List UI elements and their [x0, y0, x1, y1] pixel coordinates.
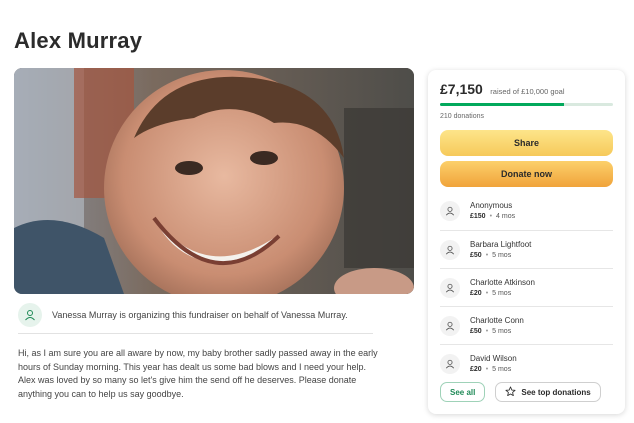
progress-bar: [440, 103, 613, 106]
raised-amount: £7,150: [440, 81, 483, 97]
donor-avatar-icon: [440, 277, 460, 298]
donor-time: 5 mos: [492, 251, 512, 259]
donor-amount: £50: [470, 251, 482, 259]
donor-time: 5 mos: [492, 365, 512, 373]
donor-item: Charlotte Atkinson £20 • 5 mos: [440, 268, 613, 306]
donor-name: Barbara Lightfoot: [470, 239, 532, 249]
donor-amount: £150: [470, 213, 486, 220]
donor-avatar-icon: [440, 201, 460, 221]
donor-name: Charlotte Conn: [470, 315, 524, 325]
donation-count: 210 donations: [440, 113, 484, 120]
organizer-text: Vanessa Murray is organizing this fundra…: [52, 310, 348, 320]
story-text: Hi, as I am sure you are all aware by no…: [18, 348, 378, 399]
see-top-donations-button[interactable]: See top donations: [495, 382, 601, 402]
donor-avatar-icon: [440, 315, 460, 336]
share-button[interactable]: Share: [440, 130, 613, 156]
page-title: Alex Murray: [14, 28, 143, 53]
donor-amount: £20: [470, 365, 482, 373]
donor-name: David Wilson: [470, 353, 517, 363]
donor-avatar-icon: [440, 353, 460, 374]
person-icon: [18, 303, 42, 327]
progress-bar-fill: [440, 103, 564, 106]
raised-goal-label: raised of £10,000 goal: [490, 87, 565, 96]
donor-name: Charlotte Atkinson: [470, 277, 535, 287]
donor-name: Anonymous: [470, 201, 513, 210]
see-top-donations-label: See top donations: [521, 387, 591, 397]
star-icon: [505, 386, 516, 399]
donor-item: Barbara Lightfoot £50 • 5 mos: [440, 230, 613, 268]
donor-amount: £20: [470, 289, 482, 297]
fundraiser-photo: [14, 68, 414, 294]
see-all-button[interactable]: See all: [440, 382, 486, 402]
donor-list: Anonymous £150 • 4 mos Barbara Lightfoot £…: [440, 192, 613, 382]
donor-item: David Wilson £20 • 5 mos: [440, 344, 613, 382]
divider: [18, 333, 373, 334]
donor-amount: £50: [470, 327, 482, 335]
raised-summary: £7,150 raised of £10,000 goal: [440, 81, 565, 99]
organizer-info: Vanessa Murray is organizing this fundra…: [18, 303, 373, 327]
donor-item: Charlotte Conn £50 • 5 mos: [440, 306, 613, 344]
donor-actions: See all See top donations: [440, 382, 601, 402]
donor-time: 4 mos: [496, 213, 516, 220]
donor-time: 5 mos: [492, 289, 512, 297]
donate-now-button[interactable]: Donate now: [440, 161, 613, 187]
donor-avatar-icon: [440, 239, 460, 260]
donor-time: 5 mos: [492, 327, 512, 335]
donor-item: Anonymous £150 • 4 mos: [440, 192, 613, 230]
donation-card: £7,150 raised of £10,000 goal 210 donati…: [428, 70, 625, 414]
